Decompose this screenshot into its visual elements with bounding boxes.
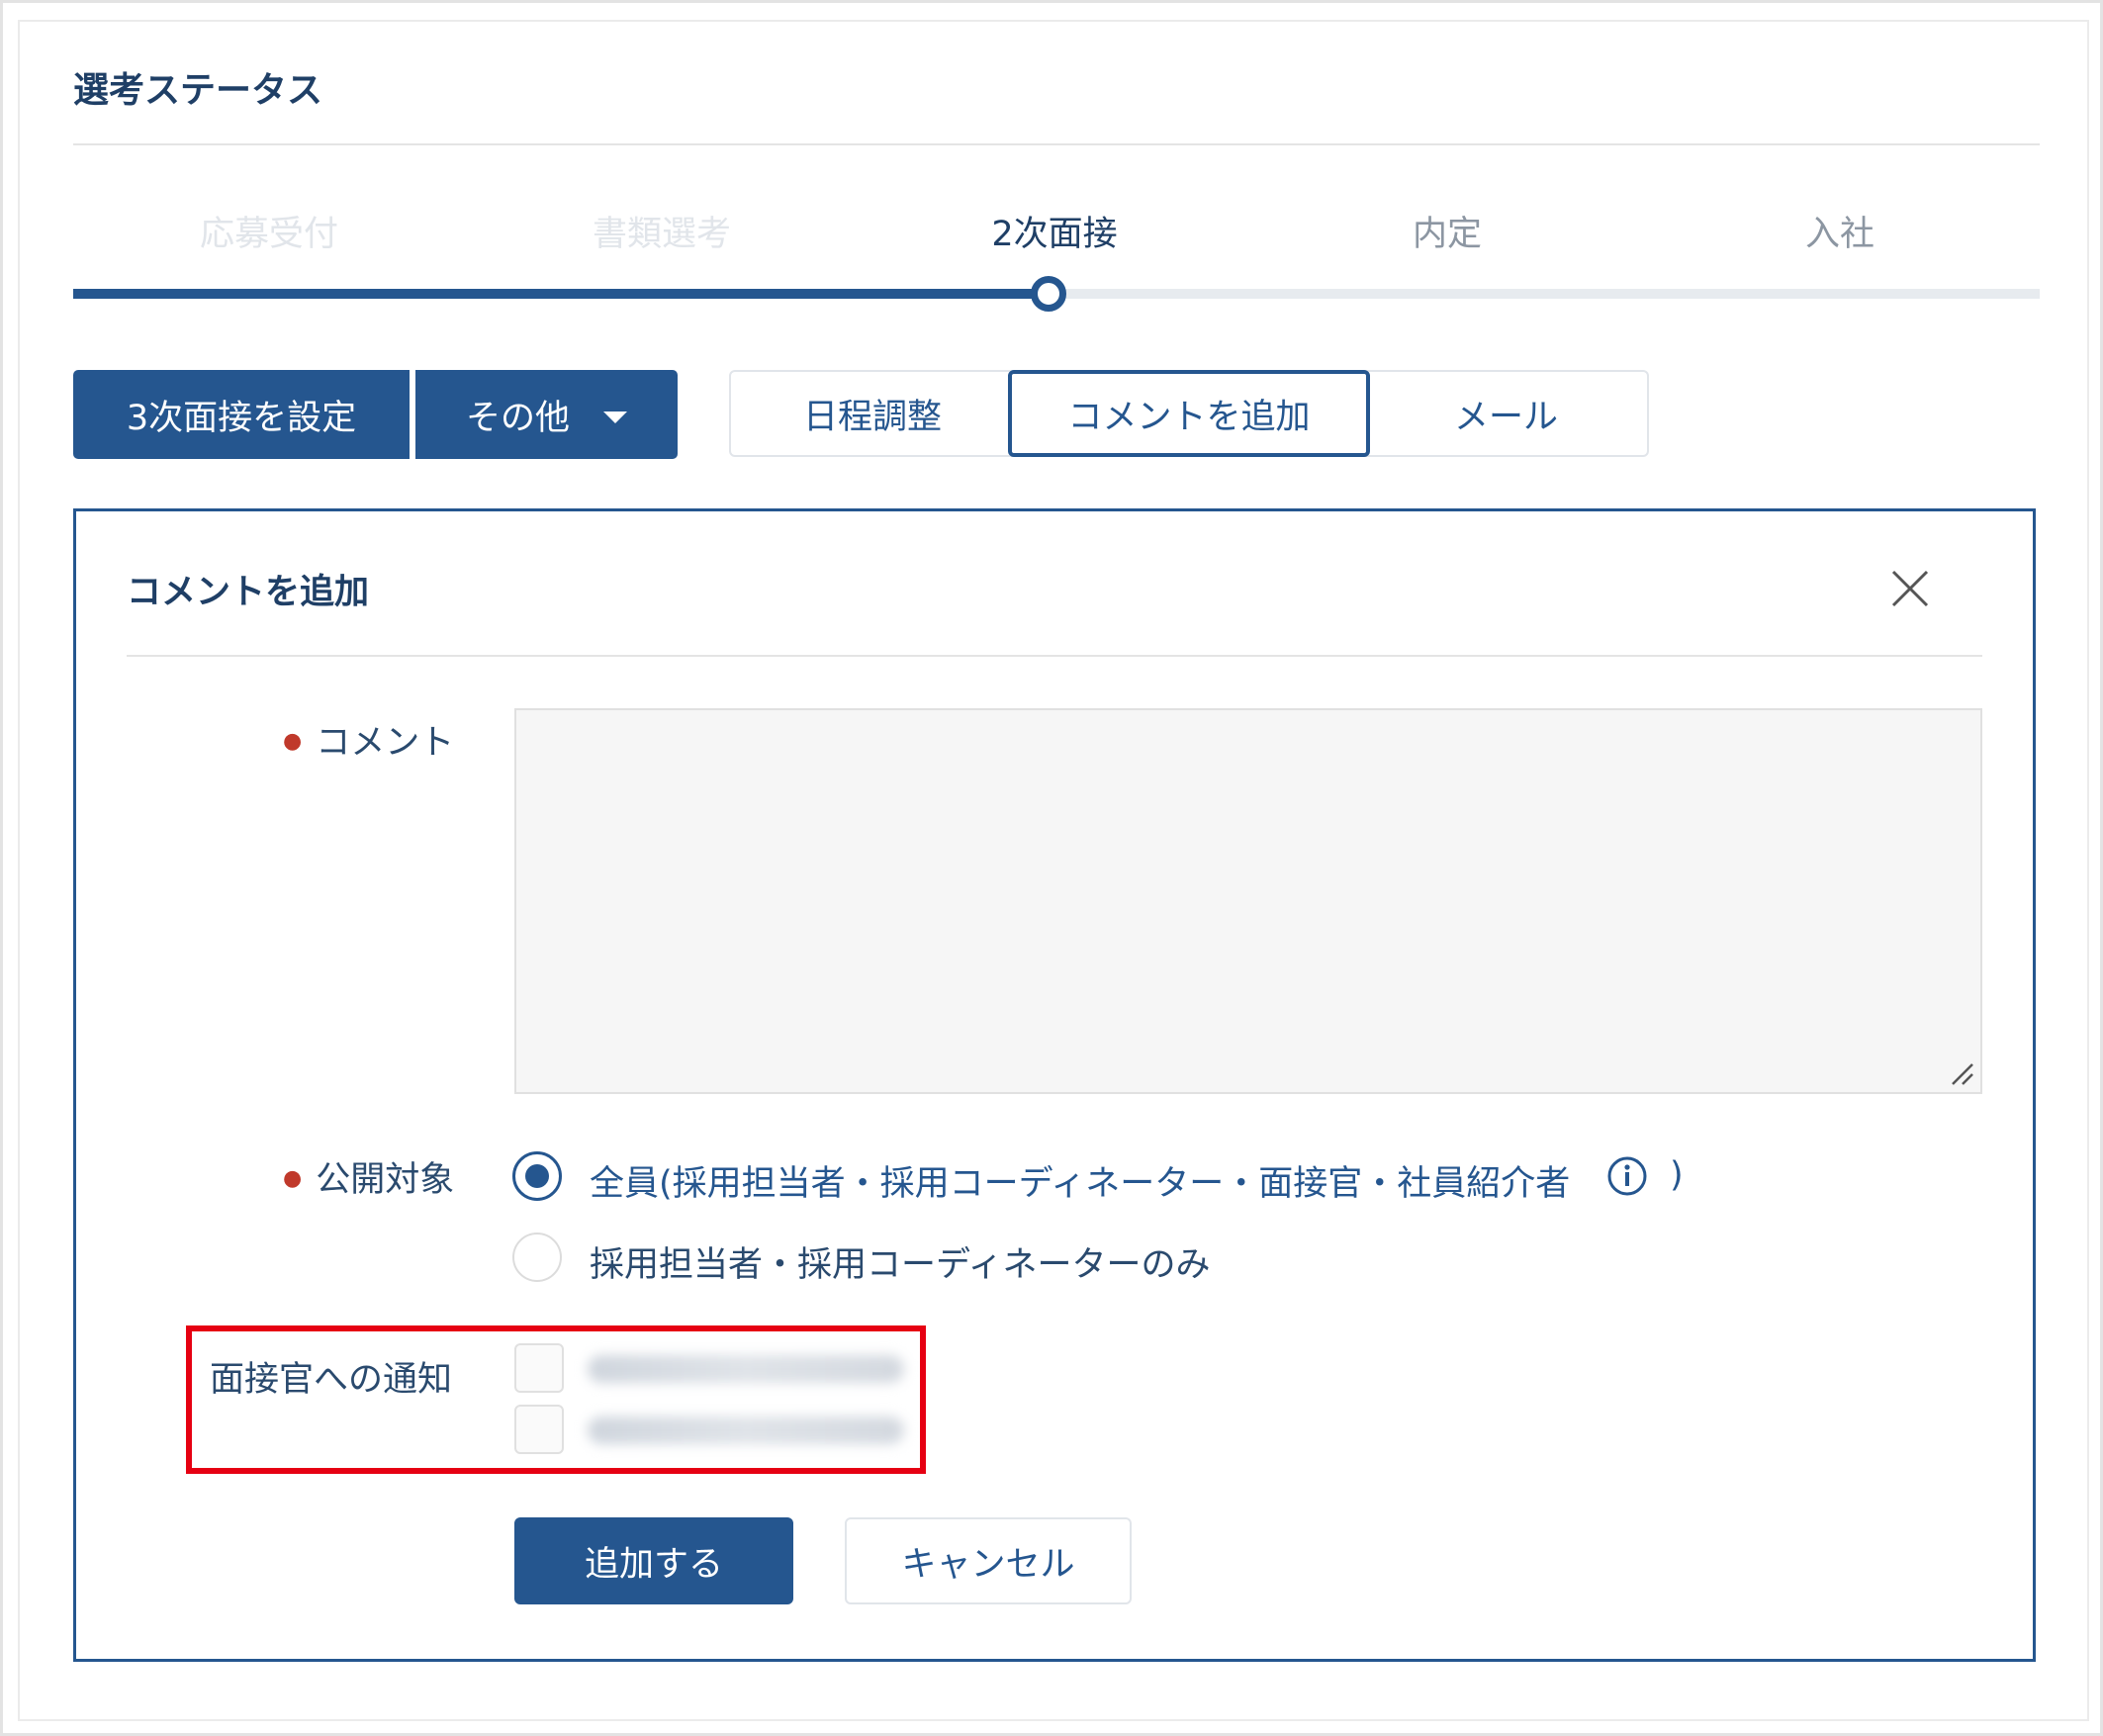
resize-handle-icon[interactable] bbox=[1949, 1060, 1974, 1086]
section-divider bbox=[73, 143, 2040, 145]
visibility-all-label[interactable]: 全員(採用担当者・採用コーディネーター・面接官・社員紹介者 bbox=[590, 1155, 1570, 1206]
submit-comment-button[interactable]: 追加する bbox=[514, 1517, 793, 1604]
info-icon[interactable] bbox=[1606, 1155, 1648, 1197]
highlight-annotation-box bbox=[186, 1325, 926, 1474]
caret-down-icon bbox=[603, 411, 627, 423]
progress-fill bbox=[73, 289, 1049, 299]
cancel-button[interactable]: キャンセル bbox=[845, 1517, 1132, 1604]
step-document-screening: 書類選考 bbox=[592, 215, 731, 254]
comment-textarea[interactable] bbox=[514, 708, 1982, 1094]
submit-label: 追加する bbox=[584, 1544, 723, 1585]
required-icon: ● bbox=[283, 729, 303, 754]
panel-divider bbox=[127, 655, 1982, 657]
visibility-staff-only-label[interactable]: 採用担当者・採用コーディネーターのみ bbox=[590, 1236, 1211, 1287]
progress-current-marker bbox=[1031, 276, 1066, 312]
cancel-label: キャンセル bbox=[901, 1544, 1075, 1585]
step-application: 応募受付 bbox=[199, 215, 338, 254]
other-dropdown-button[interactable]: その他 bbox=[415, 370, 678, 459]
visibility-staff-only-radio[interactable] bbox=[512, 1233, 562, 1282]
panel-title: コメントを追加 bbox=[127, 573, 370, 612]
tab-add-comment[interactable]: コメントを追加 bbox=[1008, 370, 1370, 457]
close-icon[interactable] bbox=[1885, 564, 1935, 613]
comment-label-text: コメント bbox=[316, 723, 455, 763]
tab-schedule[interactable]: 日程調整 bbox=[729, 370, 1016, 457]
step-offer: 内定 bbox=[1412, 215, 1482, 254]
required-icon: ● bbox=[283, 1166, 303, 1191]
comment-field-label: ● コメント bbox=[283, 714, 454, 765]
visibility-all-close-paren: ) bbox=[1670, 1155, 1684, 1195]
visibility-field-label: ● 公開対象 bbox=[283, 1151, 454, 1202]
visibility-label-text: 公開対象 bbox=[316, 1160, 455, 1200]
other-dropdown-label: その他 bbox=[465, 398, 570, 438]
tab-mail[interactable]: メール bbox=[1363, 370, 1649, 457]
set-third-interview-label: 3次面接を設定 bbox=[126, 398, 357, 438]
visibility-all-radio[interactable] bbox=[512, 1151, 562, 1201]
set-third-interview-button[interactable]: 3次面接を設定 bbox=[73, 370, 410, 459]
section-title: 選考ステータス bbox=[73, 70, 323, 111]
step-second-interview: 2次面接 bbox=[991, 215, 1118, 254]
step-joining: 入社 bbox=[1804, 215, 1874, 254]
